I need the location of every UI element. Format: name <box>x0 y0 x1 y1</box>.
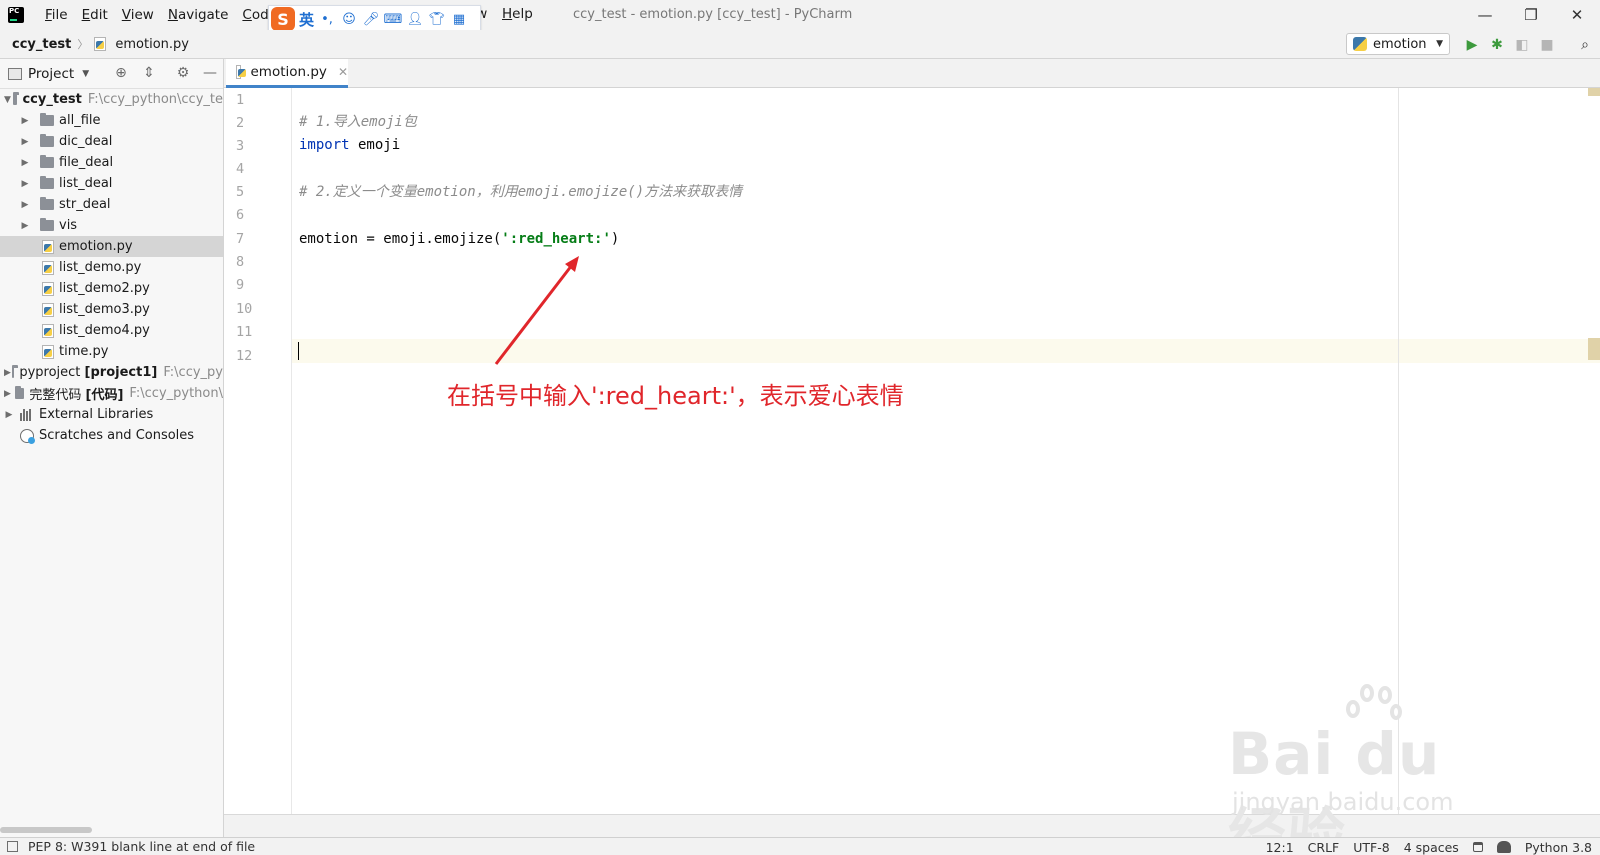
watermark-url: jingyan.baidu.com <box>1232 788 1454 816</box>
status-widgets: 12:1 CRLF UTF-8 4 spaces Python 3.8 <box>1266 838 1592 855</box>
inspector-icon[interactable] <box>1496 841 1511 853</box>
status-bar: PEP 8: W391 blank line at end of file 12… <box>0 837 1600 855</box>
lock-icon[interactable] <box>1472 842 1483 852</box>
baidu-jingyan-watermark: Bai du 经验 jingyan.baidu.com <box>1228 684 1508 855</box>
status-message[interactable]: PEP 8: W391 blank line at end of file <box>28 839 255 854</box>
caret-position[interactable]: 12:1 <box>1266 840 1294 855</box>
file-encoding[interactable]: UTF-8 <box>1353 840 1389 855</box>
line-separator[interactable]: CRLF <box>1308 840 1340 855</box>
python-interpreter[interactable]: Python 3.8 <box>1525 840 1592 855</box>
annotation-arrow-line <box>494 264 574 365</box>
indent-setting[interactable]: 4 spaces <box>1404 840 1459 855</box>
annotation-text: 在括号中输入':red_heart:'，表示爱心表情 <box>447 382 904 410</box>
tool-window-toggle-icon[interactable] <box>7 841 18 852</box>
